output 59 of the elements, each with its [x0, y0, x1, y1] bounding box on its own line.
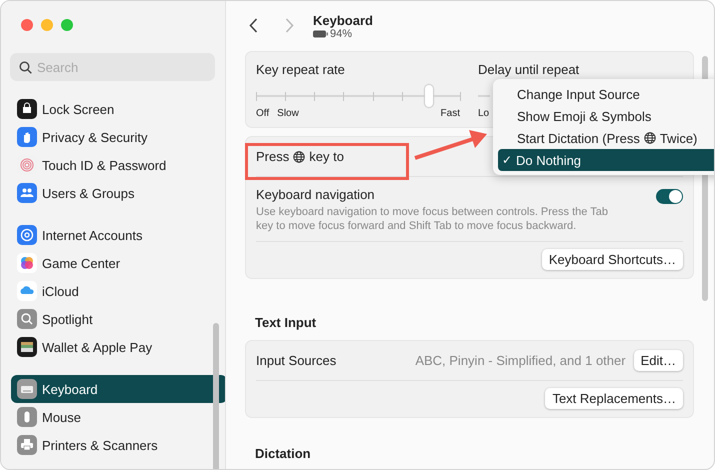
window-title: Keyboard	[313, 13, 373, 28]
search-field[interactable]: Search	[10, 53, 215, 81]
slider-label: Slow	[277, 108, 299, 119]
close-button[interactable]	[21, 19, 33, 31]
sidebar-item[interactable]: Printers & Scanners	[11, 431, 225, 459]
row-label: Press	[256, 149, 290, 164]
minimize-button[interactable]	[41, 19, 53, 31]
sidebar-item[interactable]: Wallet & Apple Pay	[11, 333, 225, 361]
sidebar-item[interactable]: iCloud	[11, 277, 225, 305]
section-heading: Dictation	[254, 445, 312, 463]
wallet-icon	[17, 337, 37, 357]
slider-label: Off	[256, 108, 270, 119]
scrollbar[interactable]	[213, 323, 219, 469]
magnifier-icon	[17, 309, 37, 329]
toggle-switch[interactable]	[656, 189, 683, 204]
lock-icon	[17, 99, 37, 119]
row-label: Keyboard navigation	[256, 187, 376, 202]
people-icon	[17, 183, 37, 203]
menu-item[interactable]: Change Input Source	[498, 83, 714, 105]
slider-label: Key repeat rate	[256, 62, 346, 77]
sidebar-item[interactable]: Internet Accounts	[11, 221, 225, 249]
colored-bubbles-icon	[17, 253, 37, 273]
row-label: Input Sources	[256, 353, 336, 368]
sidebar-item[interactable]: Users & Groups	[11, 179, 225, 207]
at-sign-icon	[17, 225, 37, 245]
menu-item[interactable]: Start Dictation (Press Twice)	[498, 127, 714, 149]
slider-label: Delay until repeat	[478, 62, 580, 77]
sidebar-item[interactable]: Privacy & Security	[11, 123, 225, 151]
sidebar-item[interactable]: Lock Screen	[11, 95, 225, 123]
search-icon	[19, 61, 32, 74]
keyboard-icon	[17, 379, 37, 399]
globe-icon	[644, 132, 656, 144]
row-value: ABC, Pinyin - Simplified, and 1 other	[415, 353, 626, 368]
globe-icon	[293, 150, 306, 162]
mouse-icon	[17, 407, 37, 427]
section-heading: Text Input	[254, 314, 318, 332]
sidebar-item[interactable]: Touch ID & Password	[11, 151, 225, 179]
sidebar-item[interactable]: Keyboard	[11, 375, 225, 403]
forward-icon[interactable]	[285, 18, 294, 33]
battery-icon	[313, 30, 328, 38]
sidebar-item[interactable]: Mouse	[11, 403, 225, 431]
text-replacements-button[interactable]: Text Replacements…	[545, 388, 683, 409]
printer-icon	[17, 435, 37, 455]
slider-track[interactable]	[256, 84, 460, 108]
battery-level: 94%	[330, 28, 352, 40]
sidebar-item[interactable]: Spotlight	[11, 305, 225, 333]
menu-item[interactable]: ✓ Do Nothing	[498, 149, 714, 171]
menu-item[interactable]: Show Emoji & Symbols	[498, 105, 714, 127]
slider-thumb[interactable]	[425, 85, 434, 107]
sidebar-item[interactable]: Game Center	[11, 249, 225, 277]
row-label: key to	[309, 149, 344, 164]
row-description: Use keyboard navigation to move focus between controls. Press the Tab key to move focus forward and Shift Tab to move focus backward.	[256, 205, 609, 233]
edit-button[interactable]: Edit…	[634, 350, 683, 371]
slider-label: Lo	[478, 108, 490, 119]
zoom-button[interactable]	[61, 19, 73, 31]
back-icon[interactable]	[249, 18, 258, 33]
keyboard-shortcuts-button[interactable]: Keyboard Shortcuts…	[542, 249, 683, 270]
slider-label: Fast	[440, 108, 460, 119]
cloud-icon	[17, 281, 37, 301]
